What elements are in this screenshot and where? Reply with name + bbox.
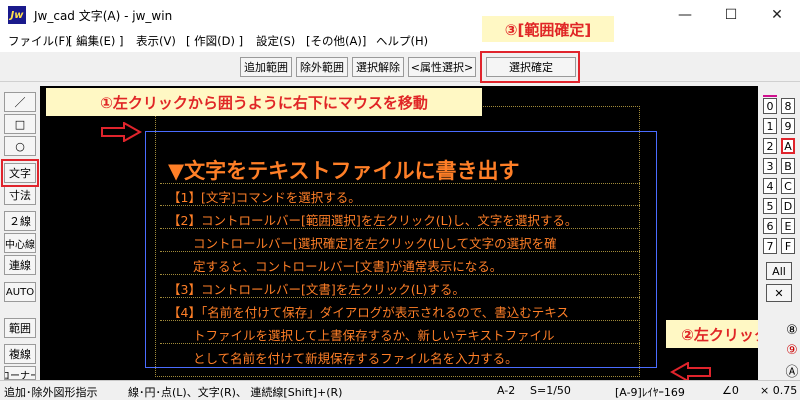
line-tool-button[interactable]: ／ <box>4 92 36 112</box>
all-layers-button[interactable]: All <box>766 262 792 280</box>
angle-button[interactable]: ∠0 <box>722 384 739 397</box>
layer-6-button[interactable]: 6 <box>763 218 777 234</box>
status-mode: 追加･除外図形指示 <box>4 386 98 399</box>
menu-view[interactable]: 表示(V) <box>136 33 176 49</box>
layer-3-button[interactable]: 3 <box>763 158 777 174</box>
scale-button[interactable]: S=1/50 <box>530 384 571 397</box>
step3-label: ③[範囲確定] <box>482 16 614 42</box>
layer-4-button[interactable]: 4 <box>763 178 777 194</box>
auto-tool-button[interactable]: AUTO <box>4 282 36 302</box>
add-range-button[interactable]: 追加範囲 <box>240 57 292 77</box>
attribute-select-button[interactable]: <属性選択> <box>408 57 476 77</box>
close-icon[interactable]: ✕ <box>766 284 792 302</box>
layer-5-button[interactable]: 5 <box>763 198 777 214</box>
active-layer-marker <box>763 95 777 97</box>
double-line-tool-button[interactable]: ２線 <box>4 211 36 231</box>
layer-0-button[interactable]: 0 <box>763 98 777 114</box>
layer-1-button[interactable]: 1 <box>763 118 777 134</box>
arrow-right-icon <box>101 122 142 142</box>
step1-label: ①左クリックから囲うように右下にマウスを移動 <box>46 88 482 116</box>
status-bar: 追加･除外図形指示 線･円･点(L)、文字(R)、 連続線[Shift]+(R)… <box>0 380 800 400</box>
selection-rectangle <box>145 131 657 368</box>
title-bar: Jw Jw_cad 文字(A) - jw_win — ☐ ✕ <box>0 0 800 30</box>
app-icon: Jw <box>8 6 26 24</box>
layer-a-button[interactable]: A <box>781 138 795 154</box>
continuous-line-tool-button[interactable]: 連線 <box>4 255 36 275</box>
layer-2-button[interactable]: 2 <box>763 138 777 154</box>
dimension-tool-button[interactable]: 寸法 <box>4 185 36 205</box>
group-8-icon[interactable]: ⑧ <box>784 322 800 338</box>
arrow-left-icon <box>670 362 711 382</box>
group-a-icon[interactable]: Ⓐ <box>784 362 800 380</box>
maximize-icon[interactable]: ☐ <box>708 0 754 30</box>
menu-file[interactable]: ファイル(F) <box>8 33 70 49</box>
menu-other[interactable]: [その他(A)] <box>306 33 366 49</box>
confirm-highlight <box>480 51 580 83</box>
window-title: Jw_cad 文字(A) - jw_win <box>34 9 173 23</box>
center-line-tool-button[interactable]: 中心線 <box>4 233 36 253</box>
text-tool-highlight <box>1 159 39 187</box>
right-toolbar: 0 1 2 3 4 5 6 7 8 9 A B C D E F All ✕ ⑧ … <box>758 86 800 380</box>
corner-tool-button[interactable]: コーナー <box>4 366 36 380</box>
rectangle-tool-button[interactable]: □ <box>4 114 36 134</box>
layer-7-button[interactable]: 7 <box>763 238 777 254</box>
range-tool-button[interactable]: 範囲 <box>4 318 36 338</box>
menu-help[interactable]: ヘルプ(H) <box>376 33 428 49</box>
layer-9-button[interactable]: 9 <box>781 118 795 134</box>
zoom-button[interactable]: × 0.75 <box>760 384 797 397</box>
parallel-line-tool-button[interactable]: 複線 <box>4 344 36 364</box>
paper-size-button[interactable]: A-2 <box>497 384 515 397</box>
circle-tool-button[interactable]: ○ <box>4 136 36 156</box>
layer-b-button[interactable]: B <box>781 158 795 174</box>
exclude-range-button[interactable]: 除外範囲 <box>296 57 348 77</box>
left-toolbar: ／ □ ○ 文字 寸法 ２線 中心線 連線 AUTO 範囲 複線 コーナー <box>0 86 40 380</box>
layer-8-button[interactable]: 8 <box>781 98 795 114</box>
minimize-icon[interactable]: — <box>662 0 708 30</box>
menu-bar: ファイル(F) [ 編集(E) ] 表示(V) [ 作図(D) ] 設定(S) … <box>0 30 800 52</box>
layer-e-button[interactable]: E <box>781 218 795 234</box>
layer-f-button[interactable]: F <box>781 238 795 254</box>
layer-status-button[interactable]: [A-9]ﾚｲﾔｰ169 <box>615 384 685 400</box>
control-bar: 追加範囲 除外範囲 選択解除 <属性選択> 選択確定 <box>0 52 800 82</box>
close-icon[interactable]: ✕ <box>754 0 800 30</box>
menu-settings[interactable]: 設定(S) <box>256 33 295 49</box>
group-9-icon[interactable]: ⑨ <box>784 342 800 358</box>
clear-selection-button[interactable]: 選択解除 <box>352 57 404 77</box>
layer-c-button[interactable]: C <box>781 178 795 194</box>
status-hint: 線･円･点(L)、文字(R)、 連続線[Shift]+(R) <box>128 386 343 399</box>
menu-edit[interactable]: [ 編集(E) ] <box>68 33 124 49</box>
layer-d-button[interactable]: D <box>781 198 795 214</box>
menu-draw[interactable]: [ 作図(D) ] <box>186 33 243 49</box>
